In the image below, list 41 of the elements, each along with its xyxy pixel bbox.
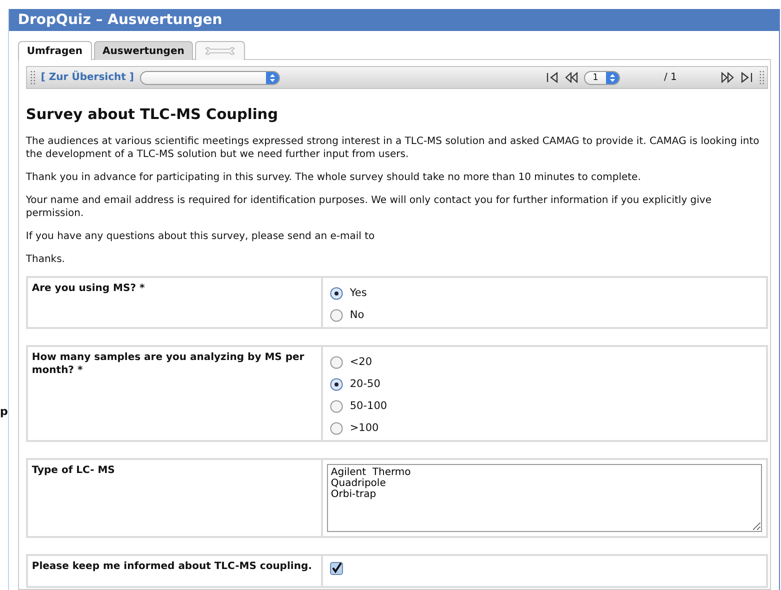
window-title: DropQuiz – Auswertungen xyxy=(8,9,779,31)
checkbox[interactable] xyxy=(330,562,343,574)
radio-button[interactable] xyxy=(330,286,343,300)
radio-button[interactable] xyxy=(330,422,343,434)
option-label: <20 xyxy=(350,356,372,368)
radio-button[interactable] xyxy=(330,356,343,368)
paragraph: If you have any questions about this survey, please send an e-mail to xyxy=(26,230,376,243)
question-label: Type of LC- MS xyxy=(32,465,115,476)
page-total: / 1 xyxy=(664,72,677,83)
cut-off-text: p xyxy=(0,405,8,418)
grip-icon xyxy=(758,70,764,84)
stepper-arrows-icon xyxy=(606,72,619,84)
paragraph: Thanks. xyxy=(26,253,66,266)
last-page-icon[interactable] xyxy=(740,72,753,83)
option-label: >100 xyxy=(350,422,379,434)
option-label: No xyxy=(350,309,364,321)
dropdown[interactable] xyxy=(140,70,280,84)
radio-button[interactable] xyxy=(330,378,343,390)
tab[interactable]: Auswertungen xyxy=(94,41,194,60)
radio-button[interactable] xyxy=(330,400,343,412)
question-label: Are you using MS? * xyxy=(32,283,145,294)
option-label: 20-50 xyxy=(350,378,380,390)
question-label: Please keep me informed about TLC-MS coupling. xyxy=(32,561,312,572)
grip-icon xyxy=(30,70,35,84)
option-label: Yes xyxy=(350,287,367,299)
stepper-arrows-icon xyxy=(266,72,279,84)
option-label: 50-100 xyxy=(350,400,388,412)
first-page-icon[interactable] xyxy=(546,72,559,83)
answer-box[interactable]: Agilent Thermo Quadripole Orbi-trap xyxy=(326,464,762,532)
page-select[interactable]: 1 xyxy=(584,70,620,84)
paragraph: Thank you in advance for participating in this survey. The whole survey should take no more than 10 minutes to complete. xyxy=(26,171,642,184)
question-label: How many samples are you analyzing by MS per month? * xyxy=(32,352,304,376)
tab[interactable]: Umfragen xyxy=(18,41,92,60)
next-page-icon[interactable] xyxy=(720,72,734,83)
overview-link[interactable]: [ Zur Übersicht ] xyxy=(40,72,134,83)
radio-button[interactable] xyxy=(330,308,343,322)
wrench-icon xyxy=(204,46,236,56)
paragraph: Your name and email address is required for identification purposes. We will only contact you for further information if you explicitly give permission. xyxy=(26,194,712,220)
survey-title: Survey about TLC-MS Coupling xyxy=(26,107,279,123)
paragraph: The audiences at various scientific meetings expressed strong interest in a TLC-MS solution and asked CAMAG to provide it. CAMAG is looking into the development of a TLC-MS solution but we need further input from users. xyxy=(26,135,760,161)
previous-page-icon[interactable] xyxy=(564,72,578,83)
